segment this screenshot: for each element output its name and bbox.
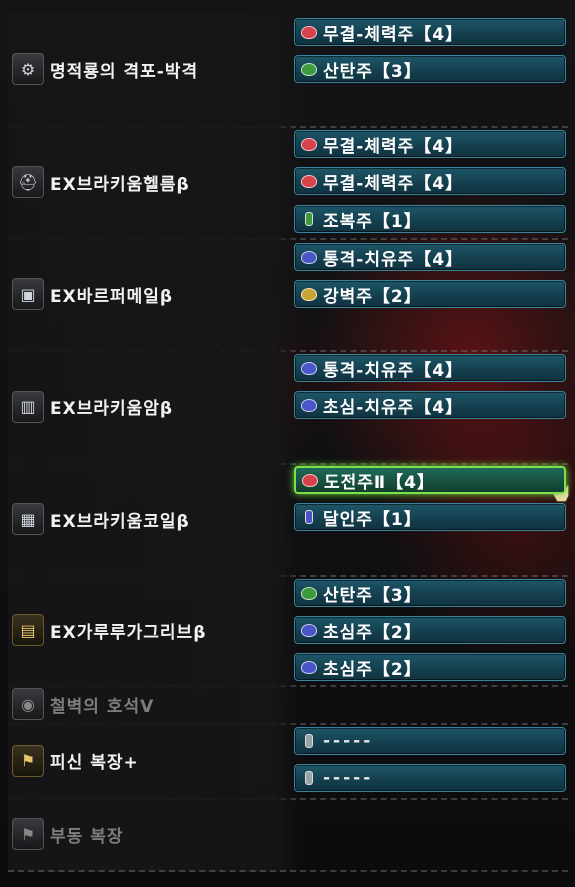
decoration-slot[interactable]: 통격-치유주【4】	[294, 243, 566, 271]
equipment-item[interactable]: ⚑ 피신 복장+	[12, 744, 139, 778]
decoration-slot[interactable]: 무결-체력주【4】	[294, 18, 566, 46]
decoration-gem-icon	[299, 23, 319, 41]
equipment-item[interactable]: ▥ EX브라키움암β	[12, 390, 173, 424]
equipment-item[interactable]: ◉ 철벽의 호석Ⅴ	[12, 687, 154, 721]
decoration-gem-icon	[299, 508, 319, 526]
decoration-gem-icon	[299, 135, 319, 153]
equipment-item[interactable]: ⚑ 부동 복장	[12, 817, 123, 851]
decoration-gem-icon	[299, 359, 319, 377]
equipment-name: EX가루루가그리브β	[50, 622, 207, 643]
decoration-label: 도전주Ⅱ【4】	[324, 472, 435, 493]
decoration-slot[interactable]: 무결-체력주【4】	[294, 130, 566, 158]
equipment-item[interactable]: ⚙ 명적룡의 격포-박격	[12, 52, 198, 86]
weapon-icon: ⚙	[12, 53, 44, 85]
decoration-gem-icon	[299, 60, 319, 78]
charm-icon: ◉	[12, 688, 44, 720]
decoration-label: 산탄주【3】	[323, 61, 422, 82]
decoration-gem-icon	[299, 210, 319, 228]
decoration-slot[interactable]: 초심주【2】	[294, 653, 566, 681]
chest-armor-icon: ▣	[12, 278, 44, 310]
decoration-gem-icon	[299, 285, 319, 303]
equipment-name: 피신 복장+	[50, 753, 139, 773]
equipment-name: EX브라키움암β	[50, 399, 174, 419]
empty-slot-icon	[299, 732, 319, 750]
equipment-name: 명적룡의 격포-박격	[50, 61, 199, 82]
equipment-item[interactable]: ▣ EX바르퍼메일β	[12, 277, 173, 311]
decoration-label: 산탄주【3】	[323, 585, 422, 606]
decoration-gem-icon	[299, 621, 319, 639]
equipment-name: EX브라키움헬름β	[50, 174, 190, 195]
empty-slot-icon	[299, 769, 319, 787]
decoration-label: 초심주【2】	[323, 659, 422, 680]
decoration-gem-icon	[299, 172, 319, 190]
decoration-label: 통격-치유주【4】	[323, 360, 464, 381]
decoration-gem-icon	[299, 248, 319, 266]
arm-armor-icon: ▥	[12, 390, 44, 423]
decoration-slot[interactable]: 달인주【1】	[294, 503, 566, 531]
decoration-slot[interactable]: -----	[294, 764, 566, 792]
decoration-gem-icon	[299, 584, 319, 602]
decoration-label: 조복주【1】	[323, 211, 422, 232]
equipment-item[interactable]: ▤ EX가루루가그리브β	[12, 613, 206, 647]
decoration-label: 무결-체력주【4】	[323, 173, 464, 194]
equipment-item[interactable]: ▦ EX브라키움코일β	[12, 502, 190, 536]
decoration-gem-icon	[299, 658, 319, 676]
decoration-label: 초심-치유주【4】	[323, 397, 464, 418]
equipment-name: EX브라키움코일β	[50, 511, 190, 532]
decoration-label: 초심주【2】	[323, 622, 422, 643]
helmet-icon: ⛑	[12, 166, 44, 198]
decoration-label: 무결-체력주【4】	[323, 136, 464, 157]
decoration-gem-icon	[299, 396, 319, 414]
leg-armor-icon: ▤	[12, 614, 44, 646]
mantle-icon: ⚑	[12, 818, 44, 850]
decoration-slot[interactable]: 초심-치유주【4】	[294, 391, 566, 419]
decoration-label: 강벽주【2】	[323, 286, 422, 307]
waist-armor-icon: ▦	[12, 503, 44, 535]
decoration-label: 달인주【1】	[323, 509, 422, 530]
decoration-slot[interactable]: 통격-치유주【4】	[294, 354, 566, 382]
decoration-slot[interactable]: 조복주【1】	[294, 205, 566, 233]
equipment-item[interactable]: ⛑ EX브라키움헬름β	[12, 165, 190, 199]
decoration-slot[interactable]: 산탄주【3】	[294, 55, 566, 83]
decoration-slot[interactable]: -----	[294, 727, 566, 755]
decoration-slot[interactable]: 산탄주【3】	[294, 579, 566, 607]
decoration-gem-icon	[300, 471, 320, 489]
equipment-name: 철벽의 호석Ⅴ	[50, 696, 155, 717]
equipment-name: 부동 복장	[50, 826, 124, 847]
equipment-row[interactable]: ◉ 철벽의 호석Ⅴ	[8, 685, 568, 725]
decoration-slot[interactable]: 무결-체력주【4】	[294, 167, 566, 195]
mantle-icon: ⚑	[12, 744, 44, 777]
equipment-name: EX바르퍼메일β	[50, 286, 174, 307]
decoration-label: 무결-체력주【4】	[323, 24, 464, 45]
decoration-label: -----	[323, 768, 374, 788]
decoration-label: 통격-치유주【4】	[323, 249, 464, 270]
equipment-row[interactable]: ⚑ 부동 복장	[8, 798, 568, 872]
decoration-slot[interactable]: 초심주【2】	[294, 616, 566, 644]
decoration-label: -----	[323, 731, 374, 751]
decoration-slot[interactable]: 강벽주【2】	[294, 280, 566, 308]
decoration-slot-selected[interactable]: 도전주Ⅱ【4】	[294, 466, 566, 494]
